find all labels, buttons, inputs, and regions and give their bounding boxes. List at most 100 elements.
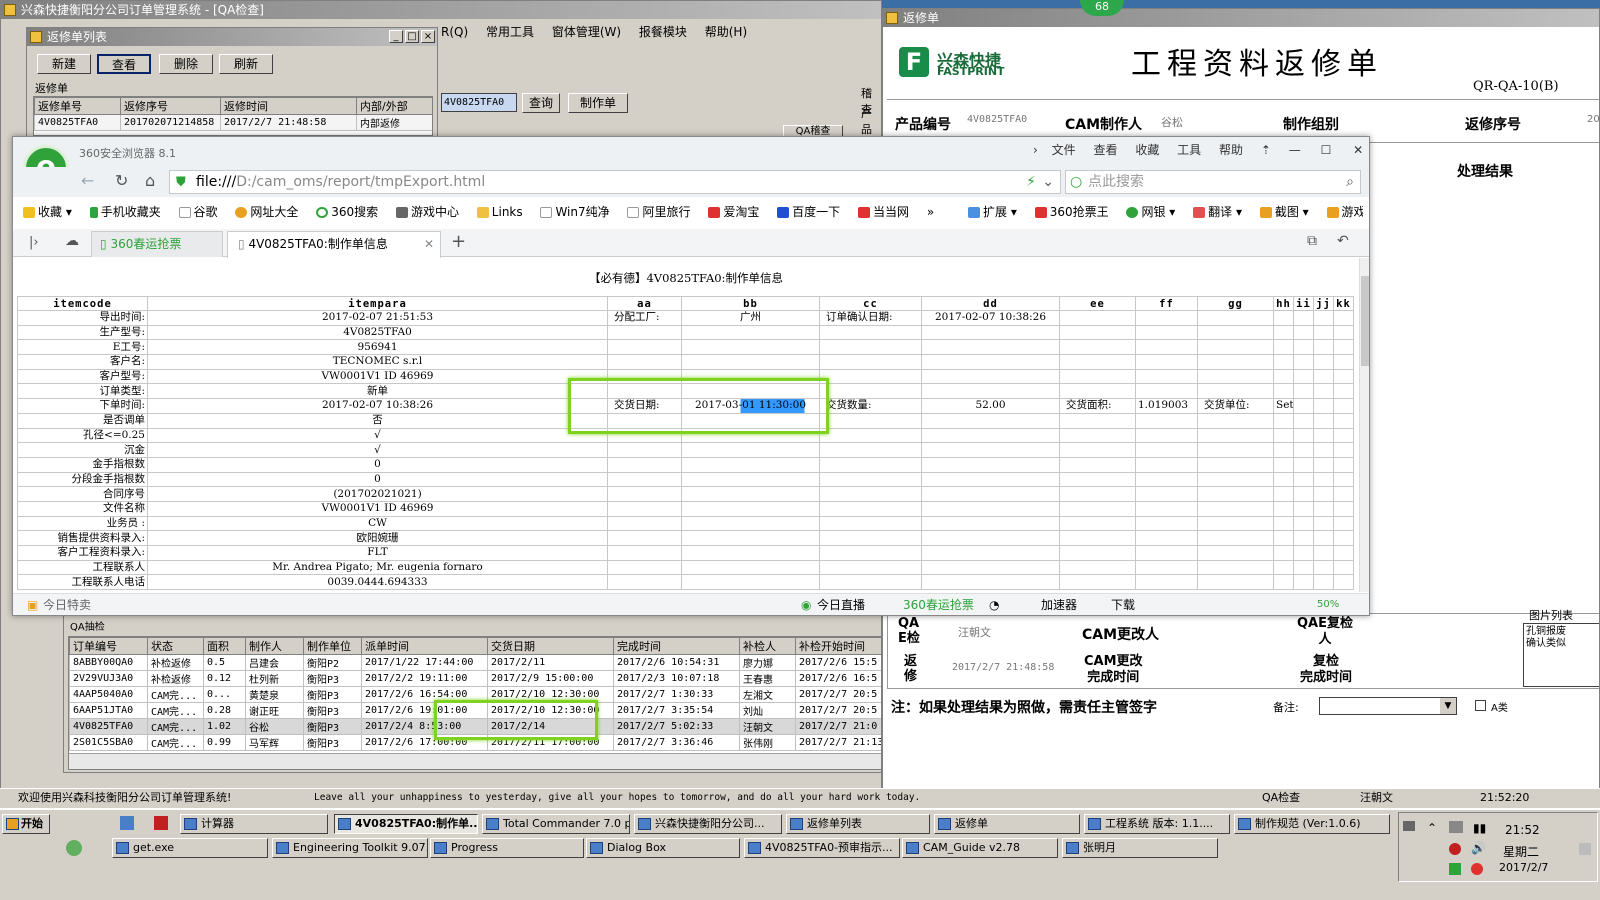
close-icon[interactable]: ✕ — [1353, 143, 1363, 157]
maximize-button[interactable]: □ — [405, 30, 419, 43]
bookmark-item[interactable]: 360搜索 — [316, 201, 378, 223]
status-download[interactable]: 下载 — [1111, 594, 1135, 615]
back-icon[interactable]: ← — [81, 171, 94, 190]
taskbar-button[interactable]: 返修单列表 — [786, 814, 930, 834]
taskbar-button[interactable]: 工程系统 版本: 1.1.... — [1084, 814, 1230, 834]
horizontal-scrollbar[interactable] — [69, 753, 881, 769]
tray-icon[interactable] — [1471, 863, 1483, 875]
status-live[interactable]: 今日直播 — [817, 594, 865, 615]
column-header[interactable]: 订单编号 — [69, 637, 148, 655]
sidebar-toggle-icon[interactable]: |› — [29, 235, 39, 250]
url-input[interactable]: ⛊ file:///D:/cam_oms/report/tmpExport.ht… — [169, 170, 1061, 194]
bookmark-item[interactable]: 当当网 — [858, 201, 909, 223]
refresh-button[interactable]: 刷新 — [219, 54, 273, 74]
tab-list-icon[interactable]: ⧉ — [1307, 233, 1317, 249]
table-row[interactable]: 2V29VUJ3A0 补检返修 0.12 杜列新 衡阳P3 2017/2/2 19:11:… — [69, 670, 881, 687]
bookmark-item[interactable]: 爱淘宝 — [708, 201, 759, 223]
bookmark-item[interactable]: 手机收藏夹 — [89, 201, 161, 223]
column-header[interactable]: 完成时间 — [613, 637, 740, 655]
column-header[interactable]: 补检人 — [739, 637, 796, 655]
column-header[interactable]: 内部/外部 — [356, 97, 432, 115]
column-header[interactable]: 返修时间 — [220, 97, 357, 115]
bookmark-item[interactable]: Win7纯净 — [540, 201, 610, 223]
tray-icon[interactable] — [1449, 863, 1461, 875]
new-button[interactable]: 新建 — [37, 54, 91, 74]
browser-menu-item[interactable]: 文件 — [1052, 143, 1076, 157]
tab-spring-ticket[interactable]: ▯ 360春运抢票 — [91, 231, 223, 257]
order-input[interactable]: 4V0825TFA0 — [441, 93, 517, 112]
chevron-double-right-icon[interactable]: » — [927, 205, 934, 219]
browser-menu-item[interactable]: 收藏 — [1135, 143, 1159, 157]
taskbar-button[interactable]: CAM_Guide v2.78 — [902, 838, 1058, 858]
chevron-down-icon[interactable]: ⌄ — [1042, 171, 1054, 193]
column-header[interactable]: 返修序号 — [120, 97, 221, 115]
extension-item[interactable]: 翻译 ▾ — [1193, 201, 1242, 223]
extension-item[interactable]: 360抢票王 — [1034, 201, 1109, 223]
taskbar-button[interactable]: Progress — [430, 838, 584, 858]
column-header[interactable]: 状态 — [147, 637, 204, 655]
close-button[interactable]: × — [421, 30, 435, 43]
zoom-level[interactable]: 50% — [1317, 594, 1339, 615]
taskbar-button[interactable]: 制作规范 (Ver:1.0.6) — [1234, 814, 1390, 834]
column-header[interactable]: 补检开始时间 — [795, 637, 881, 655]
tray-icon[interactable]: ▮▮ — [1473, 821, 1486, 835]
table-row[interactable]: 4V0825TFA0 201702071214858 2017/2/7 21:48:… — [34, 114, 432, 131]
tray-icon[interactable] — [1403, 821, 1415, 831]
chevron-right-icon[interactable]: › — [1033, 143, 1038, 157]
maximize-icon[interactable]: ☐ — [1321, 143, 1332, 157]
extension-item[interactable]: 截图 ▾ — [1259, 201, 1309, 223]
search-icon[interactable]: ⌕ — [1346, 171, 1354, 193]
cloud-icon[interactable]: ☁ — [65, 233, 79, 249]
minimize-icon[interactable]: — — [1289, 143, 1301, 157]
taskbar-button[interactable]: get.exe — [112, 838, 268, 858]
extension-item[interactable]: 网银 ▾ — [1126, 201, 1175, 223]
menu-item[interactable]: 帮助(H) — [705, 25, 747, 39]
taskbar-button[interactable]: 兴森快捷衡阳分公司... — [634, 814, 782, 834]
chevron-down-icon[interactable]: ▼ — [1440, 698, 1456, 714]
quicklaunch-icon[interactable] — [66, 840, 82, 856]
menu-item[interactable]: R(Q) — [441, 25, 468, 39]
lightning-icon[interactable]: ⚡ — [1026, 171, 1036, 193]
new-tab-icon[interactable]: + — [451, 231, 466, 252]
menu-item[interactable]: 常用工具 — [486, 25, 534, 39]
column-header[interactable]: 制作单位 — [303, 637, 362, 655]
clock-time[interactable]: 21:52 — [1505, 823, 1540, 837]
bookmark-item[interactable]: Links — [476, 201, 523, 223]
browser-menu-item[interactable]: 查看 — [1093, 143, 1117, 157]
status-accelerator[interactable]: 加速器 — [1041, 594, 1077, 615]
volume-icon[interactable]: 🔊 — [1471, 841, 1486, 855]
taskbar-button[interactable]: 计算器 — [180, 814, 328, 834]
bookmark-item[interactable]: 网址大全 — [235, 201, 298, 223]
menu-item[interactable]: 窗体管理(W) — [552, 25, 621, 39]
search-input[interactable]: ○ 点此搜索 ⌕ — [1065, 170, 1361, 194]
search-engine-icon[interactable]: ○ — [1070, 171, 1082, 193]
bookmark-item[interactable]: 谷歌 — [178, 201, 218, 223]
scroll-thumb[interactable] — [1361, 276, 1369, 366]
tray-icon[interactable] — [1449, 843, 1461, 855]
quicklaunch-icon[interactable] — [120, 816, 134, 830]
taskbar-button[interactable]: Total Commander 7.0 p... — [482, 814, 630, 834]
remark-select[interactable]: ▼ — [1319, 697, 1457, 715]
tab-close-icon[interactable]: ✕ — [424, 232, 434, 256]
a-class-checkbox[interactable] — [1475, 700, 1486, 711]
status-ticket[interactable]: 360春运抢票 — [903, 594, 974, 615]
table-row[interactable]: 8ABBY00QA0 补检返修 0.5 吕建会 衡阳P2 2017/1/22 17:44:… — [69, 654, 881, 671]
start-button[interactable]: 开始 — [2, 814, 50, 834]
refresh-icon[interactable]: ↻ — [115, 171, 128, 190]
taskbar-button[interactable]: 返修单 — [934, 814, 1080, 834]
column-header[interactable]: 派单时间 — [361, 637, 488, 655]
browser-menu-item[interactable]: 帮助 — [1219, 143, 1243, 157]
extension-item[interactable]: 游戏 ▾ — [1326, 201, 1363, 223]
pin-icon[interactable]: ⇡ — [1261, 143, 1271, 157]
taskbar-button[interactable]: 4V0825TFA0-预审指示... — [744, 838, 900, 858]
browser-menu-item[interactable]: 工具 — [1177, 143, 1201, 157]
status-daily-sale[interactable]: 今日特卖 — [43, 594, 91, 615]
pdf-icon[interactable] — [154, 816, 168, 830]
menu-item[interactable]: 报餐模块 — [639, 25, 687, 39]
show-desktop-icon[interactable] — [1579, 843, 1591, 855]
query-button[interactable]: 查询 — [522, 93, 560, 113]
taskbar-button[interactable]: 4V0825TFA0:制作单... — [334, 814, 478, 834]
bookmark-item[interactable]: 游戏中心 — [395, 201, 459, 223]
extension-item[interactable]: 扩展 ▾ — [968, 201, 1017, 223]
home-icon[interactable]: ⌂ — [145, 171, 155, 190]
